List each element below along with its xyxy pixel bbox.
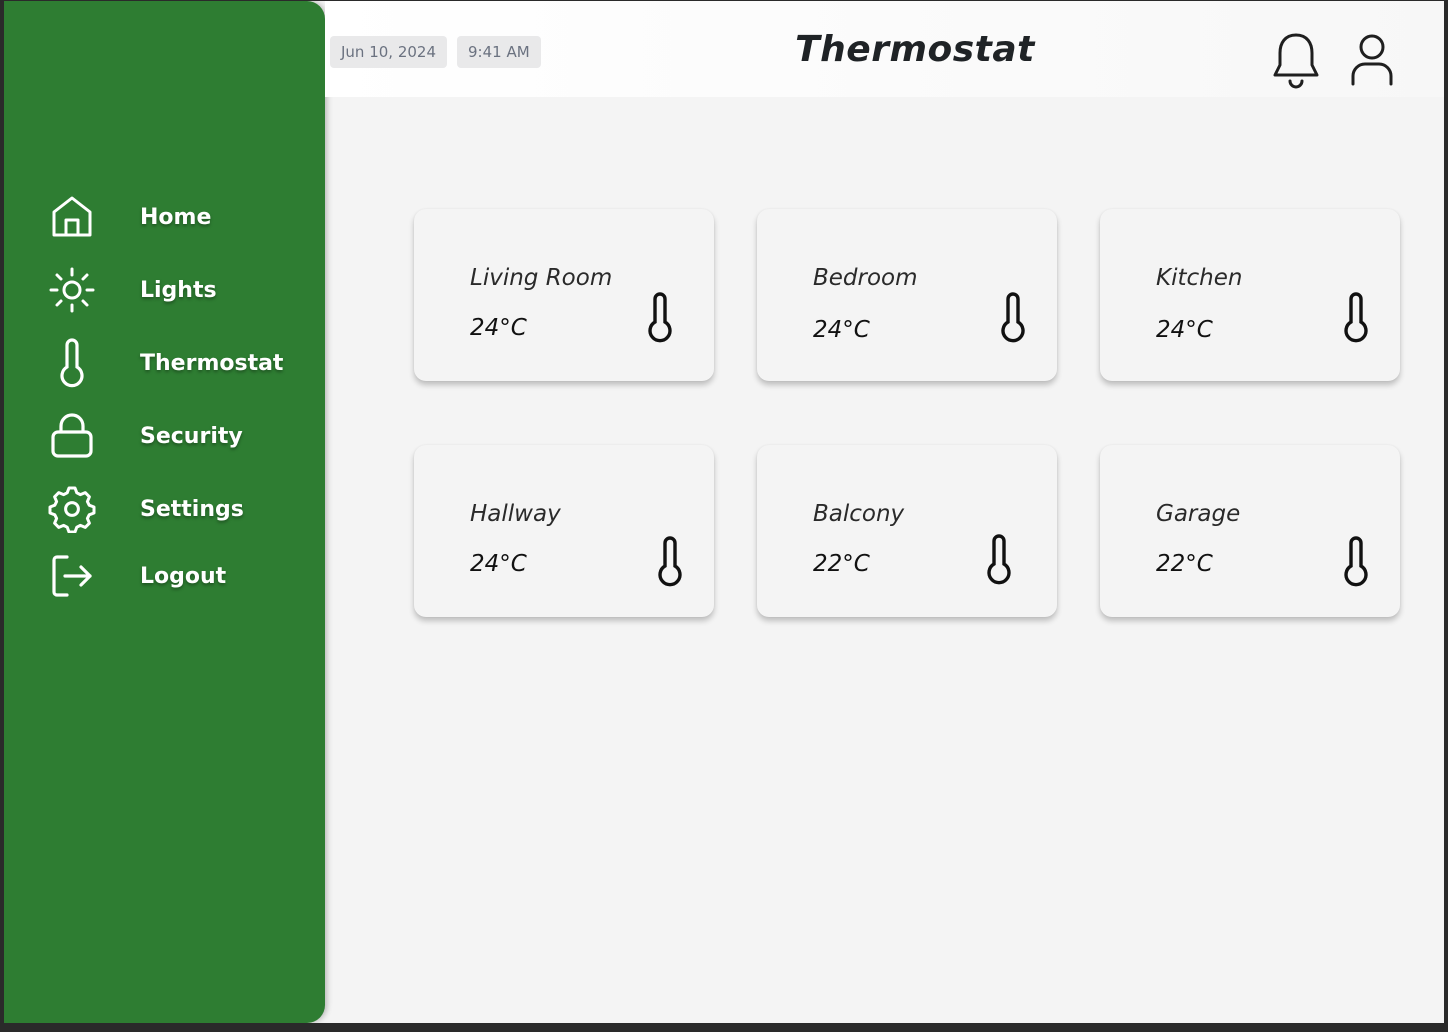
room-name: Balcony	[813, 501, 905, 527]
user-icon[interactable]	[1347, 31, 1403, 91]
sun-icon	[48, 266, 96, 314]
room-temperature: 24°C	[1156, 317, 1213, 343]
room-card-living-room[interactable]: Living Room 24°C	[414, 209, 714, 381]
room-temperature: 22°C	[1156, 551, 1213, 577]
room-card-bedroom[interactable]: Bedroom 24°C	[757, 209, 1057, 381]
thermometer-icon	[658, 536, 682, 587]
app-window: Home Lights Thermostat Security Settings…	[4, 1, 1444, 1023]
room-name: Kitchen	[1156, 265, 1243, 291]
top-bar: Jun 10, 2024 9:41 AM Thermostat	[325, 1, 1444, 97]
bell-icon[interactable]	[1271, 31, 1327, 91]
sidebar-item-lights[interactable]: Lights	[4, 262, 325, 318]
room-card-garage[interactable]: Garage 22°C	[1100, 445, 1400, 617]
sidebar-item-label: Home	[140, 204, 212, 230]
room-name: Living Room	[470, 265, 613, 291]
thermometer-icon	[1344, 292, 1368, 343]
sidebar-item-thermostat[interactable]: Thermostat	[4, 335, 325, 391]
page-title: Thermostat	[795, 29, 1035, 70]
home-icon	[48, 193, 96, 241]
sidebar-item-label: Lights	[140, 277, 217, 303]
time-display: 9:41 AM	[457, 36, 541, 68]
room-temperature: 24°C	[813, 317, 870, 343]
lock-icon	[48, 412, 96, 460]
thermometer-icon	[1344, 536, 1368, 587]
room-temperature: 24°C	[470, 315, 527, 341]
room-name: Hallway	[470, 501, 561, 527]
sidebar-item-label: Logout	[140, 563, 227, 589]
thermometer-icon	[987, 534, 1011, 585]
room-temperature: 22°C	[813, 551, 870, 577]
thermometer-icon	[1001, 292, 1025, 343]
thermometer-icon	[648, 292, 672, 343]
sidebar-item-home[interactable]: Home	[4, 189, 325, 245]
room-temperature: 24°C	[470, 551, 527, 577]
sidebar-item-logout[interactable]: Logout	[4, 548, 325, 604]
room-name: Bedroom	[813, 265, 918, 291]
sidebar-item-settings[interactable]: Settings	[4, 481, 325, 537]
room-card-kitchen[interactable]: Kitchen 24°C	[1100, 209, 1400, 381]
sidebar-item-security[interactable]: Security	[4, 408, 325, 464]
sidebar-item-label: Thermostat	[140, 350, 284, 376]
gear-icon	[48, 485, 96, 533]
date-display: Jun 10, 2024	[330, 36, 448, 68]
room-card-balcony[interactable]: Balcony 22°C	[757, 445, 1057, 617]
sidebar-item-label: Security	[140, 423, 243, 449]
logout-icon	[48, 552, 96, 600]
thermometer-icon	[48, 338, 96, 388]
sidebar: Home Lights Thermostat Security Settings…	[4, 1, 325, 1023]
sidebar-item-label: Settings	[140, 496, 244, 522]
room-name: Garage	[1156, 501, 1241, 527]
room-card-hallway[interactable]: Hallway 24°C	[414, 445, 714, 617]
